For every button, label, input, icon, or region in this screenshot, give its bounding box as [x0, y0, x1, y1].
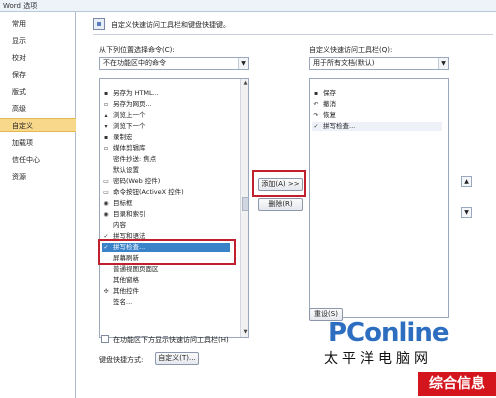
list-item[interactable]: ◉ 目录和索引	[102, 210, 145, 219]
annotation-box	[98, 239, 236, 265]
spellcheck-icon: ✓	[313, 122, 319, 130]
list-item[interactable]: ▫ 媒体剪辑库	[102, 144, 146, 153]
scroll-thumb[interactable]	[242, 197, 248, 211]
chevron-down-icon: ▼	[238, 58, 248, 69]
macro-icon: ▪	[103, 133, 109, 141]
sidebar-item-save[interactable]: 保存	[0, 68, 76, 82]
choose-commands-dropdown[interactable]: 不在功能区中的命令 ▼	[99, 57, 249, 70]
annotation-box	[252, 170, 306, 197]
customize-toolbar-value: 用于所有文档(默认)	[313, 59, 375, 67]
title-bar: Word 选项	[0, 0, 496, 12]
button-icon: ▭	[103, 188, 109, 196]
commands-scrollbar[interactable]: ▲ ▼	[240, 79, 248, 337]
list-item[interactable]: ▾ 浏览下一个	[102, 122, 145, 131]
password-icon: ▭	[103, 177, 109, 185]
index-icon: ◉	[103, 210, 109, 218]
save-icon: ▪	[313, 89, 319, 97]
watermark: PConline 太平洋电脑网 综合信息	[318, 318, 496, 398]
divider	[93, 34, 493, 35]
list-item[interactable]: 内容	[102, 221, 126, 230]
sidebar-item-advanced[interactable]: 高级	[0, 102, 76, 116]
controls-icon: ✣	[103, 287, 109, 295]
down-icon: ▾	[104, 122, 108, 130]
sidebar-item-customize[interactable]: 自定义	[0, 118, 76, 132]
watermark-badge: 综合信息	[418, 372, 496, 396]
watermark-subtitle: 太平洋电脑网	[324, 351, 432, 367]
list-item[interactable]: ◉ 目标框	[102, 199, 132, 208]
list-item[interactable]: ▭ 密码(Web 控件)	[102, 177, 160, 186]
list-item[interactable]: 签名...	[102, 298, 132, 307]
list-item[interactable]: 默认设置	[102, 166, 139, 175]
sidebar-item-common[interactable]: 常用	[0, 17, 76, 31]
toolbar-icon	[93, 18, 105, 30]
sidebar-item-trust-center[interactable]: 信任中心	[0, 153, 76, 167]
undo-icon: ↶	[313, 100, 319, 108]
list-item[interactable]: ✓ 拼写检查...	[312, 122, 442, 131]
list-item[interactable]: ▫ 另存为网页...	[102, 100, 152, 109]
page-heading: 自定义快速访问工具栏和键盘快捷键。	[111, 21, 230, 29]
show-below-ribbon-checkbox[interactable]	[101, 335, 109, 343]
list-item[interactable]: ▴ 浏览上一个	[102, 111, 145, 120]
customize-shortcuts-button[interactable]: 自定义(T)...	[155, 352, 199, 365]
scroll-up-icon[interactable]: ▲	[241, 79, 248, 88]
remove-button[interactable]: 删除(R)	[258, 198, 303, 211]
move-down-icon[interactable]: ▼	[461, 207, 472, 218]
up-icon: ▴	[104, 111, 108, 119]
sidebar-item-display[interactable]: 显示	[0, 34, 76, 48]
commands-list[interactable]: ▪ 另存为 HTML... ▫ 另存为网页... ▴ 浏览上一个 ▾ 浏览下一个 ▪ 录制…	[99, 78, 249, 338]
clip-icon: ▫	[103, 144, 109, 152]
customize-toolbar-label: 自定义快速访问工具栏(Q):	[309, 46, 393, 54]
save-icon: ▪	[103, 89, 109, 97]
list-item[interactable]: ↷ 恢复	[312, 111, 336, 120]
list-item[interactable]: ✣ 其他控件	[102, 287, 139, 296]
list-item[interactable]: 密件抄送: 焦点	[102, 155, 156, 164]
scroll-down-icon[interactable]: ▼	[241, 328, 248, 337]
sidebar-item-proofing[interactable]: 校对	[0, 51, 76, 65]
list-item[interactable]: ▪ 保存	[312, 89, 336, 98]
choose-commands-label: 从下列位置选择命令(C):	[99, 46, 175, 54]
list-item[interactable]: ▪ 录制宏	[102, 133, 133, 142]
list-item[interactable]: ↶ 撤消	[312, 100, 336, 109]
web-icon: ▫	[103, 100, 109, 108]
chevron-down-icon: ▼	[438, 58, 448, 69]
move-up-icon[interactable]: ▲	[461, 176, 472, 187]
customize-toolbar-dropdown[interactable]: 用于所有文档(默认) ▼	[309, 57, 449, 70]
sidebar-item-resources[interactable]: 资源	[0, 170, 76, 184]
list-item[interactable]: ▪ 另存为 HTML...	[102, 89, 159, 98]
window-title: Word 选项	[3, 2, 38, 10]
toolbar-items-list[interactable]: ▪ 保存 ↶ 撤消 ↷ 恢复 ✓ 拼写检查...	[309, 78, 449, 318]
sidebar-item-addins[interactable]: 加载项	[0, 136, 76, 150]
redo-icon: ↷	[313, 111, 319, 119]
target-icon: ◉	[103, 199, 109, 207]
keyboard-shortcuts-label: 键盘快捷方式:	[99, 356, 144, 364]
sidebar: 常用 显示 校对 保存 版式 高级 自定义 加载项 信任中心 资源	[0, 12, 76, 398]
show-below-ribbon-label: 在功能区下方显示快速访问工具栏(H)	[113, 336, 229, 344]
watermark-logo: PConline	[328, 318, 449, 348]
list-item[interactable]: 其他窗格	[102, 276, 139, 285]
choose-commands-value: 不在功能区中的命令	[103, 59, 166, 67]
list-item[interactable]: ▭ 命令按钮(ActiveX 控件)	[102, 188, 184, 197]
sidebar-item-layout[interactable]: 版式	[0, 85, 76, 99]
list-item[interactable]: 普通视图页面区	[102, 265, 159, 274]
